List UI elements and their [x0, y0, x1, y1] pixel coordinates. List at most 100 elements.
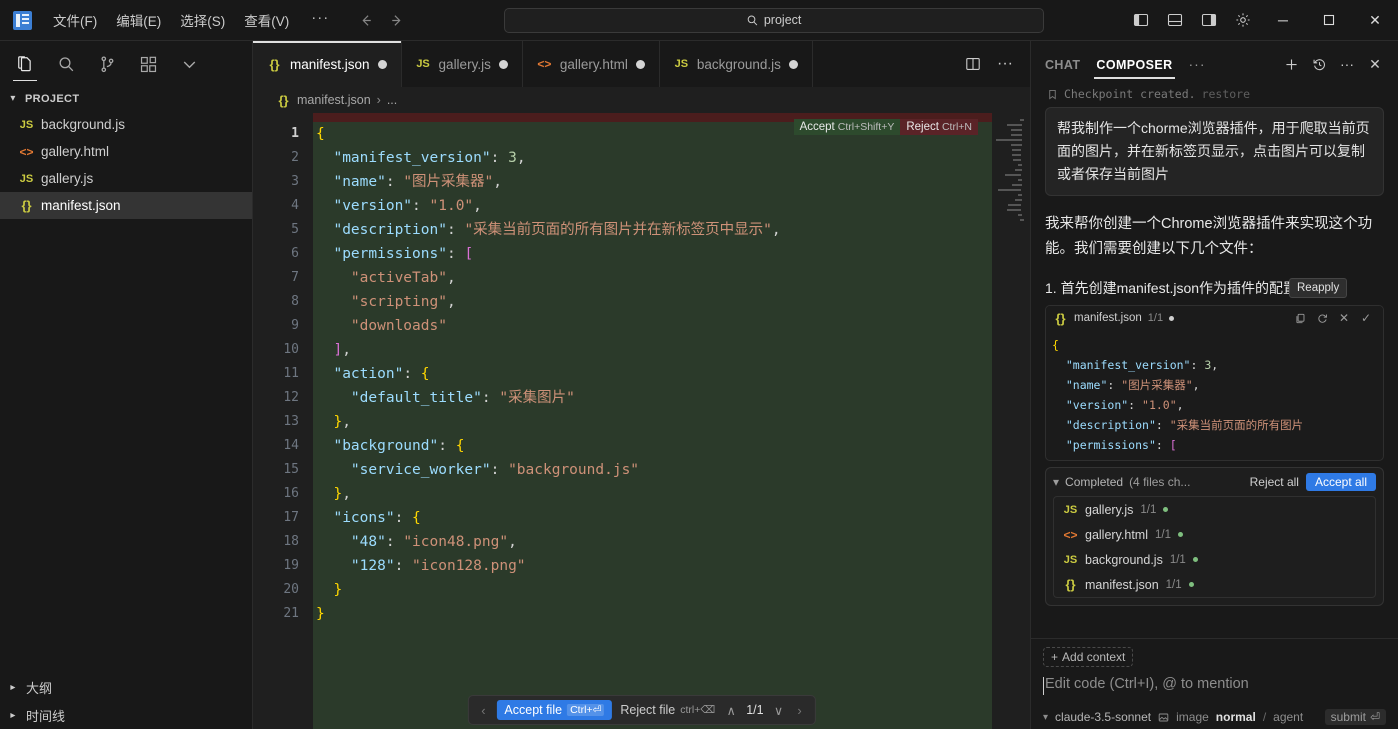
chevron-down-icon[interactable]: [170, 45, 208, 83]
diff-up-icon[interactable]: ∧: [723, 703, 739, 718]
model-name[interactable]: claude-3.5-sonnet: [1055, 710, 1151, 724]
reject-icon[interactable]: ✕: [1334, 309, 1354, 328]
file-item-gallery-html[interactable]: <> gallery.html: [0, 138, 252, 165]
explorer-icon[interactable]: [6, 45, 44, 83]
tab-manifest-json[interactable]: {} manifest.json: [253, 41, 402, 87]
accept-all-button[interactable]: Accept all: [1305, 473, 1376, 491]
sidebar-section-timeline[interactable]: ▾ 时间线: [0, 701, 252, 729]
changed-file-gallery-html[interactable]: <> gallery.html 1/1: [1054, 522, 1375, 547]
code-line: }: [333, 582, 343, 598]
inline-accept-button[interactable]: Accept Ctrl+Shift+Y: [793, 119, 901, 135]
tab-background-js[interactable]: JS background.js: [659, 41, 813, 87]
reject-file-button[interactable]: Reject file ctrl+⌫: [616, 700, 719, 720]
composer-input[interactable]: Edit code (Ctrl+I), @ to mention: [1043, 676, 1386, 695]
file-item-background-js[interactable]: JS background.js: [0, 111, 252, 138]
minimize-button[interactable]: ─: [1260, 0, 1306, 41]
sidebar-section-outline[interactable]: ▾ 大纲: [0, 673, 252, 701]
previous-diff-icon[interactable]: ‹: [474, 703, 492, 718]
menu-select[interactable]: 选择(S): [171, 6, 234, 34]
toggle-panel-icon[interactable]: [1158, 5, 1192, 35]
primary-sidebar: ▾ PROJECT JS background.js <> gallery.ht…: [0, 41, 253, 729]
image-icon[interactable]: [1158, 712, 1169, 723]
file-item-gallery-js[interactable]: JS gallery.js: [0, 165, 252, 192]
diff-down-icon[interactable]: ∨: [771, 703, 787, 718]
line-number: 11: [283, 366, 299, 381]
code-card-filename[interactable]: manifest.json: [1074, 312, 1142, 324]
explorer-section-header[interactable]: ▾ PROJECT: [0, 87, 252, 110]
line-number: 17: [283, 510, 299, 525]
editor-more-icon[interactable]: ···: [990, 50, 1020, 78]
minimap-line: [1010, 134, 1023, 136]
toggle-secondary-sidebar-icon[interactable]: [1192, 5, 1226, 35]
tab-gallery-js[interactable]: JS gallery.js: [401, 41, 523, 87]
completed-detail: (4 files ch...: [1129, 475, 1191, 489]
reapply-icon[interactable]: [1312, 309, 1332, 328]
search-icon[interactable]: [47, 45, 85, 83]
arrow-right-icon[interactable]: [383, 8, 409, 32]
accept-file-button[interactable]: Accept file Ctrl+⏎: [496, 700, 613, 720]
menu-more-icon[interactable]: ···: [299, 9, 339, 32]
checkpoint-text: Checkpoint created.: [1064, 87, 1196, 101]
panel-more-icon[interactable]: ···: [1334, 51, 1360, 77]
source-control-icon[interactable]: [88, 45, 126, 83]
tab-chat[interactable]: CHAT: [1045, 46, 1080, 83]
search-value: project: [763, 13, 802, 27]
chevron-down-icon[interactable]: ▾: [1053, 475, 1059, 489]
code-line: "activeTab",: [350, 270, 456, 286]
breadcrumb-file[interactable]: manifest.json: [297, 93, 371, 107]
changed-file-name: background.js: [1085, 552, 1163, 567]
toggle-primary-sidebar-icon[interactable]: [1124, 5, 1158, 35]
dirty-indicator-icon[interactable]: [498, 59, 508, 69]
mode-normal[interactable]: normal: [1216, 710, 1256, 724]
submit-button[interactable]: submit ⏎: [1324, 709, 1386, 725]
code-surface: { "manifest_version": 3, "name": "图片采集器"…: [313, 113, 1030, 729]
menu-edit[interactable]: 编辑(E): [107, 6, 170, 34]
changed-file-gallery-js[interactable]: JS gallery.js 1/1: [1054, 497, 1375, 522]
dirty-indicator-icon[interactable]: [635, 59, 645, 69]
file-item-manifest-json[interactable]: {} manifest.json: [0, 192, 252, 219]
extensions-icon[interactable]: [129, 45, 167, 83]
reject-all-button[interactable]: Reject all: [1250, 475, 1299, 489]
code-line: "48": "icon48.png",: [350, 534, 517, 550]
mode-agent[interactable]: agent: [1273, 710, 1303, 724]
file-tree: JS background.js <> gallery.html JS gall…: [0, 110, 252, 219]
dirty-indicator-icon[interactable]: [788, 59, 798, 69]
history-icon[interactable]: [1306, 51, 1332, 77]
inline-diff-actions: Accept Ctrl+Shift+Y Reject Ctrl+N: [793, 119, 978, 135]
changed-file-manifest-json[interactable]: {} manifest.json 1/1: [1054, 572, 1375, 597]
inline-reject-button[interactable]: Reject Ctrl+N: [900, 119, 978, 135]
split-editor-icon[interactable]: [958, 50, 988, 78]
add-context-button[interactable]: + Add context: [1043, 647, 1134, 667]
line-numbers: 1 2 3 4 5 6 7 8 9 10 11 12 13 14 15 16 17 18 19 20 21: [253, 113, 313, 729]
maximize-button[interactable]: [1306, 0, 1352, 41]
next-diff-icon[interactable]: ›: [791, 703, 809, 718]
restore-link[interactable]: restore: [1202, 87, 1250, 101]
search-input[interactable]: project: [503, 7, 1044, 33]
tab-label: gallery.js: [438, 56, 491, 72]
tab-composer[interactable]: COMPOSER: [1094, 46, 1175, 83]
chevron-down-icon[interactable]: ▾: [1043, 712, 1048, 723]
close-window-button[interactable]: ✕: [1352, 0, 1398, 41]
accept-icon[interactable]: ✓: [1356, 309, 1376, 328]
minimap[interactable]: [992, 113, 1030, 729]
menu-view[interactable]: 查看(V): [235, 6, 298, 34]
code-content[interactable]: { "manifest_version": 3, "name": "图片采集器"…: [313, 122, 992, 729]
panel-tabs-more-icon[interactable]: ···: [1189, 56, 1206, 72]
close-panel-icon[interactable]: ✕: [1362, 51, 1388, 77]
changed-file-background-js[interactable]: JS background.js 1/1: [1054, 547, 1375, 572]
arrow-left-icon[interactable]: [353, 8, 379, 32]
breadcrumb-tail[interactable]: ...: [387, 93, 397, 107]
gear-icon[interactable]: [1226, 5, 1260, 35]
code-line: "service_worker": "background.js": [350, 462, 640, 478]
dirty-indicator-icon[interactable]: [377, 59, 387, 69]
line-number: 8: [291, 294, 299, 309]
new-chat-icon[interactable]: [1278, 51, 1304, 77]
copy-icon[interactable]: [1290, 309, 1310, 328]
js-file-icon: JS: [416, 58, 430, 70]
title-bar: 文件(F) 编辑(E) 选择(S) 查看(V) ··· project ─ ✕: [0, 0, 1398, 41]
reapply-tooltip: Reapply: [1289, 278, 1348, 298]
user-message: 帮我制作一个chorme浏览器插件，用于爬取当前页面的图片，并在新标签页显示，点…: [1045, 107, 1384, 196]
menu-file[interactable]: 文件(F): [44, 6, 106, 34]
tab-gallery-html[interactable]: <> gallery.html: [522, 41, 660, 87]
